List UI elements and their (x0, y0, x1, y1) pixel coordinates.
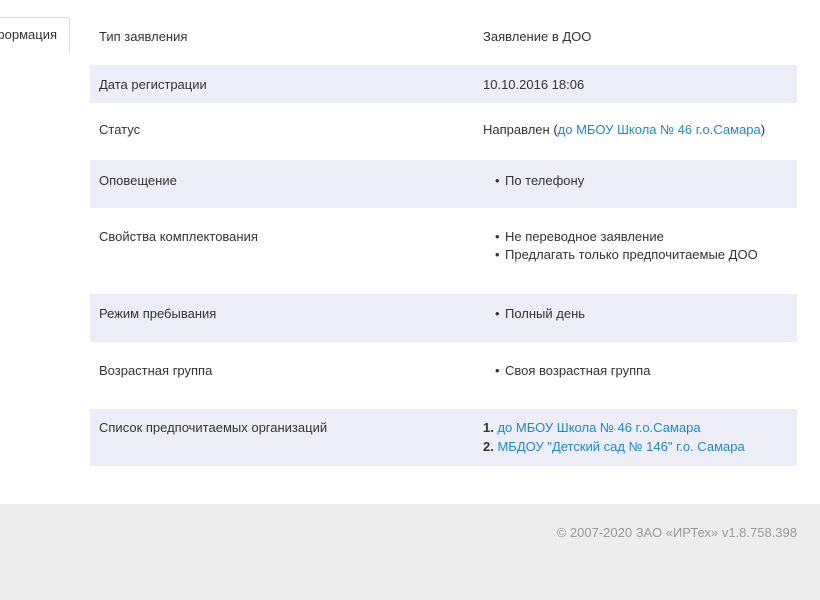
row-label: Оповещение (99, 173, 177, 188)
row-label: Тип заявления (99, 29, 188, 44)
row-label: Дата регистрации (99, 77, 207, 92)
list-number: 1. (483, 420, 494, 435)
application-info-table: Тип заявления Заявление в ДОО Дата регис… (90, 17, 797, 466)
row-stay-mode: Режим пребывания Полный день (90, 294, 797, 342)
status-suffix: ) (760, 122, 766, 137)
row-value: По телефону (483, 172, 584, 190)
tab-information-label: Информация (0, 27, 57, 42)
row-enrollment-properties: Свойства комплектования Не переводное за… (90, 208, 797, 294)
row-value: Не переводное заявление Предлагать тольк… (483, 228, 758, 264)
row-label: Возрастная группа (99, 363, 213, 378)
row-registration-date: Дата регистрации 10.10.2016 18:06 (90, 65, 797, 103)
row-notification: Оповещение По телефону (90, 160, 797, 208)
status-organization-link[interactable]: до МБОУ Школа № 46 г.о.Самара (558, 122, 761, 137)
footer: © 2007-2020 ЗАО «ИРТех» v1.8.758.398 (0, 504, 820, 600)
list-item: 1. до МБОУ Школа № 46 г.о.Самара (483, 418, 745, 437)
row-label: Свойства комплектования (99, 229, 258, 244)
row-label: Статус (99, 122, 141, 137)
list-item: По телефону (483, 172, 584, 190)
row-value: 1. до МБОУ Школа № 46 г.о.Самара 2. МБДО… (483, 418, 745, 456)
row-value: Своя возрастная группа (483, 362, 650, 380)
list-item: Не переводное заявление (483, 228, 758, 246)
tab-information[interactable]: Информация (0, 17, 70, 53)
status-value: Направлен (до МБОУ Школа № 46 г.о.Самара… (483, 122, 765, 137)
copyright-text: © 2007-2020 ЗАО «ИРТех» v1.8.758.398 (556, 525, 797, 540)
list-number: 2. (483, 439, 494, 454)
row-value: Полный день (483, 305, 585, 323)
list-item: 2. МБДОУ "Детский сад № 146" г.о. Самара (483, 437, 745, 456)
organization-link[interactable]: МБДОУ "Детский сад № 146" г.о. Самара (497, 439, 744, 454)
row-label: Режим пребывания (99, 306, 217, 321)
organization-link[interactable]: до МБОУ Школа № 46 г.о.Самара (497, 420, 700, 435)
list-item: Своя возрастная группа (483, 362, 650, 380)
row-label: Список предпочитаемых организаций (99, 420, 328, 435)
list-item: Полный день (483, 305, 585, 323)
row-value: Заявление в ДОО (483, 29, 592, 44)
row-value: 10.10.2016 18:06 (483, 77, 585, 92)
row-preferred-organizations: Список предпочитаемых организаций 1. до … (90, 409, 797, 466)
row-status: Статус Направлен (до МБОУ Школа № 46 г.о… (90, 103, 797, 160)
status-prefix: Направлен ( (483, 122, 558, 137)
list-item: Предлагать только предпочитаемые ДОО (483, 246, 758, 264)
row-application-type: Тип заявления Заявление в ДОО (90, 17, 797, 65)
row-age-group: Возрастная группа Своя возрастная группа (90, 342, 797, 409)
